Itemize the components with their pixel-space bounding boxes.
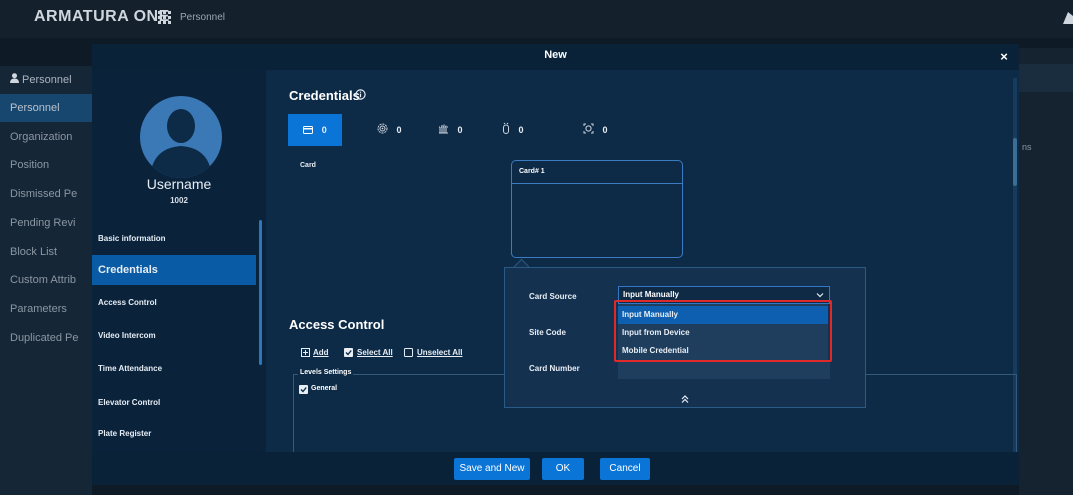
card-icon (303, 126, 314, 134)
credentials-title: Credentials (289, 88, 360, 103)
new-person-dialog: New × Username 1002 Basic information Cr… (92, 44, 1019, 485)
sidebar-item-position[interactable]: Position (0, 151, 92, 179)
dialog-title: New (544, 49, 567, 61)
module-label[interactable]: Personnel (180, 12, 225, 23)
ok-button[interactable]: OK (542, 458, 584, 480)
sidebar-header-label: Personnel (22, 74, 72, 86)
cancel-button[interactable]: Cancel (600, 458, 650, 480)
app-logo: ARMATURA ONE (34, 8, 170, 25)
add-link[interactable]: Add (313, 348, 329, 357)
site-code-label: Site Code (529, 328, 566, 337)
menu-plate-register[interactable]: Plate Register (92, 419, 256, 449)
person-icon (10, 73, 19, 83)
info-icon[interactable] (355, 89, 366, 100)
unselect-all-checkbox-icon[interactable] (404, 348, 413, 357)
background-column-text: ns (1022, 142, 1032, 152)
palm-icon (439, 124, 448, 134)
tab-palm[interactable]: 0 (438, 114, 463, 146)
general-checkbox-icon[interactable] (299, 385, 308, 394)
tab-fingerprint-count: 0 (396, 125, 402, 135)
sidebar-item-organization[interactable]: Organization (0, 123, 92, 151)
content-scrollbar[interactable] (1013, 138, 1017, 186)
menu-elevator-control[interactable]: Elevator Control (92, 388, 256, 418)
sidebar-item-parameters[interactable]: Parameters (0, 295, 92, 323)
menu-access-control[interactable]: Access Control (92, 288, 256, 318)
sidebar-item-duplicated[interactable]: Duplicated Pe (0, 324, 92, 352)
tab-face[interactable]: 0 (583, 114, 608, 146)
sidebar-item-pending-review[interactable]: Pending Revi (0, 209, 92, 237)
select-all-checkbox-icon[interactable] (344, 348, 353, 357)
avatar[interactable] (140, 96, 222, 178)
sidebar-item-block-list[interactable]: Block List (0, 238, 92, 266)
card-number-input[interactable] (618, 361, 830, 379)
unselect-all-link[interactable]: Unselect All (417, 348, 463, 357)
add-icon[interactable] (301, 348, 310, 357)
sidebar-header-personnel[interactable]: Personnel (0, 66, 92, 94)
menu-basic-information[interactable]: Basic information (92, 224, 256, 254)
fingerprint-icon (377, 123, 388, 134)
menu-video-intercom[interactable]: Video Intercom (92, 321, 256, 351)
face-icon (583, 123, 594, 134)
background-content (1019, 48, 1073, 495)
level-general-label: General (311, 385, 338, 392)
tab-face-count: 0 (602, 125, 608, 135)
card-item-divider (512, 183, 682, 184)
card-number-label: Card Number (529, 364, 580, 373)
levels-settings-legend: Levels Settings (298, 369, 354, 376)
dropdown-highlight (614, 300, 832, 362)
tab-fingerprint[interactable]: 0 (377, 114, 402, 146)
finger-vein-icon (503, 122, 509, 134)
sidebar-item-personnel[interactable]: Personnel (0, 94, 92, 122)
card-item-title: Card# 1 (519, 168, 545, 175)
menu-time-attendance[interactable]: Time Attendance (92, 354, 256, 384)
tab-palm-count: 0 (457, 125, 463, 135)
card-source-label: Card Source (529, 292, 577, 301)
menu-scrollbar[interactable] (259, 220, 262, 365)
tab-card-count: 0 (321, 125, 327, 135)
sidebar-item-custom-attributes[interactable]: Custom Attrib (0, 266, 92, 294)
chevron-down-icon[interactable] (816, 291, 824, 299)
collapse-up-icon[interactable] (680, 394, 690, 404)
user-menu-icon[interactable] (1062, 10, 1073, 24)
select-all-link[interactable]: Select All (357, 348, 393, 357)
tab-finger-vein[interactable]: 0 (502, 114, 524, 146)
save-and-new-button[interactable]: Save and New (454, 458, 530, 480)
apps-grid-icon[interactable] (158, 11, 172, 25)
person-silhouette-icon (150, 109, 212, 178)
menu-credentials[interactable]: Credentials (92, 255, 256, 285)
card-section-label: Card (300, 162, 316, 169)
close-icon[interactable]: × (996, 49, 1012, 65)
tab-card[interactable]: 0 (288, 114, 342, 146)
access-control-title: Access Control (289, 317, 385, 332)
tab-finger-vein-count: 0 (518, 125, 524, 135)
user-id: 1002 (170, 196, 188, 205)
background-tab (1019, 64, 1073, 92)
username: Username (146, 176, 212, 192)
sidebar-item-dismissed[interactable]: Dismissed Pe (0, 180, 92, 208)
